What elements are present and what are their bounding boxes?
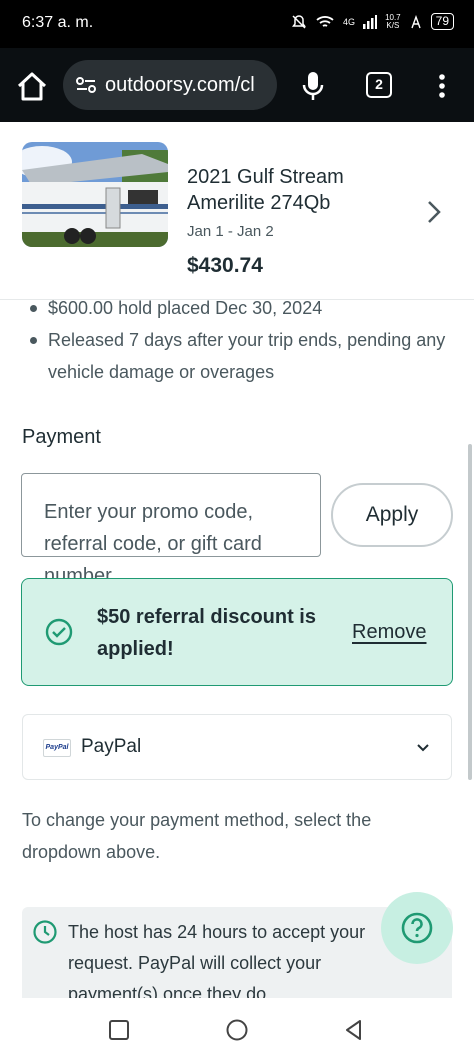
address-bar[interactable]: outdoorsy.com/cl — [63, 60, 277, 110]
status-time: 6:37 a. m. — [22, 14, 94, 31]
discount-message: $50 referral discount is applied! — [97, 606, 316, 660]
mute-icon — [292, 14, 307, 29]
tab-switcher-button[interactable]: 2 — [366, 72, 392, 98]
alarm-icon — [410, 14, 421, 28]
more-menu-icon[interactable] — [432, 68, 452, 104]
discount-applied-banner: $50 referral discount is applied! Remove — [21, 578, 453, 686]
promo-code-input[interactable]: Enter your promo code, referral code, or… — [21, 473, 321, 587]
help-button[interactable] — [381, 892, 453, 964]
payment-help-text: To change your payment method, select th… — [22, 810, 372, 862]
chevron-down-icon[interactable] — [415, 739, 431, 755]
trip-title: 2021 Gulf Stream Amerilite 274Qb — [187, 166, 344, 214]
microphone-icon[interactable] — [297, 68, 329, 104]
deposit-note: Released 7 days after your trip ends, pe… — [22, 324, 452, 388]
system-nav-bar — [0, 998, 474, 1061]
battery-indicator: 79 — [430, 13, 454, 30]
checkout-page: 2021 Gulf Stream Amerilite 274Qb Jan 1 -… — [0, 122, 474, 998]
clock-icon — [33, 920, 57, 944]
back-nav-icon[interactable] — [342, 1018, 366, 1042]
wifi-icon — [316, 15, 334, 27]
site-settings-icon[interactable] — [75, 75, 97, 95]
chevron-right-icon[interactable] — [420, 198, 448, 226]
scrollbar[interactable] — [468, 444, 472, 780]
apply-button[interactable]: Apply — [331, 483, 453, 547]
status-bar: 6:37 a. m. 4G 10.7 K/S 79 — [0, 0, 474, 48]
recent-apps-icon[interactable] — [107, 1018, 131, 1042]
rv-photo — [22, 142, 168, 247]
browser-toolbar: outdoorsy.com/cl 2 — [0, 48, 474, 122]
payment-method-dropdown[interactable]: PayPal PayPal — [22, 714, 452, 780]
home-nav-icon[interactable] — [225, 1018, 249, 1042]
status-icons: 4G 10.7 K/S 79 — [291, 13, 454, 30]
trip-summary-card[interactable]: 2021 Gulf Stream Amerilite 274Qb Jan 1 -… — [0, 122, 474, 300]
host-notice-text: The host has 24 hours to accept your req… — [68, 922, 366, 998]
url-text[interactable]: outdoorsy.com/cl — [105, 74, 255, 97]
check-circle-icon — [45, 618, 73, 646]
remove-discount-link[interactable]: Remove — [352, 621, 426, 644]
trip-dates: Jan 1 - Jan 2 — [187, 223, 274, 240]
deposit-notes-list: $600.00 hold placed Dec 30, 2024 Release… — [22, 292, 452, 388]
payment-method-label: PayPal — [81, 736, 142, 757]
home-icon[interactable] — [14, 68, 50, 104]
payment-section-title: Payment — [22, 426, 101, 448]
paypal-logo: PayPal — [43, 739, 71, 757]
network-type: 4G — [343, 16, 356, 27]
network-speed: 10.7 K/S — [385, 12, 401, 30]
question-mark-icon — [401, 912, 433, 944]
trip-price: $430.74 — [187, 254, 263, 277]
signal-icon — [363, 14, 378, 29]
